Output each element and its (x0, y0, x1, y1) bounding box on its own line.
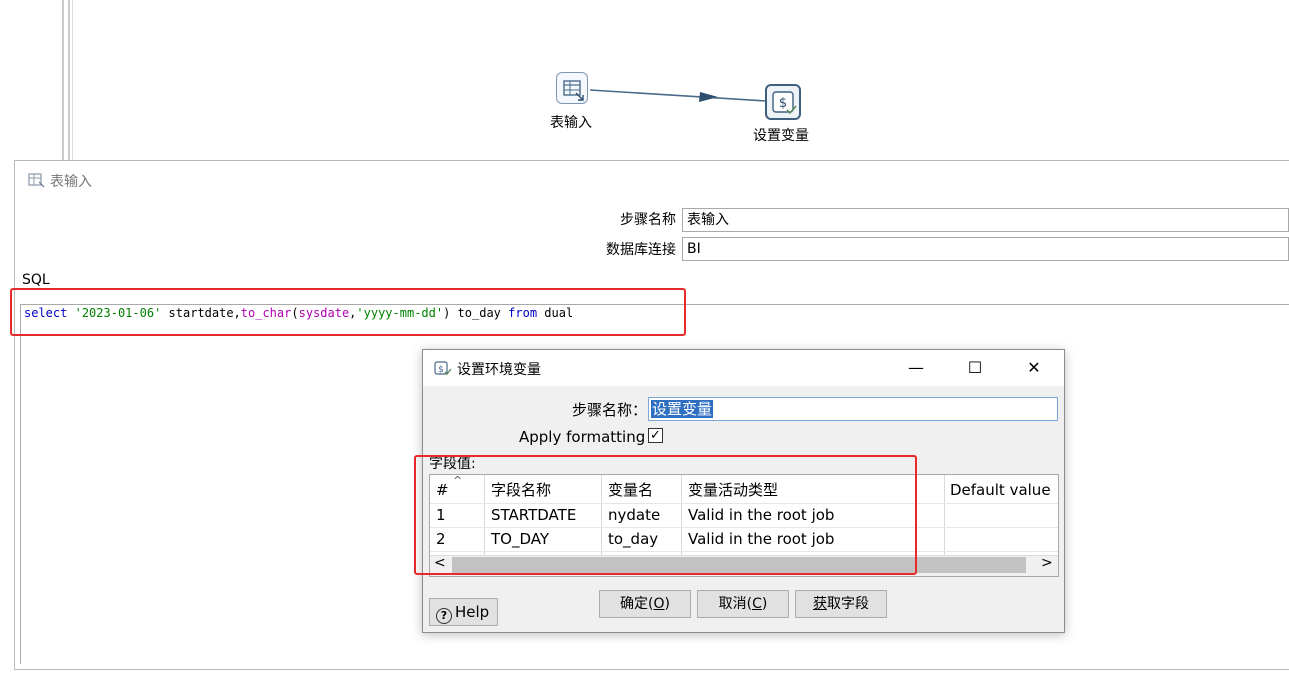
apply-formatting-label: Apply formatting (519, 428, 646, 446)
minimize-button[interactable]: — (893, 353, 939, 383)
table-input-icon (28, 173, 45, 188)
sql-highlight-box (10, 288, 686, 336)
transformation-canvas[interactable] (0, 0, 1289, 160)
step-name-input[interactable]: 表输入 (682, 208, 1289, 232)
help-label: Help (455, 603, 490, 621)
help-button[interactable]: ? Help (429, 598, 498, 626)
table-input-dialog-title: 表输入 (50, 174, 92, 190)
svg-text:$: $ (779, 96, 787, 111)
ok-button[interactable]: 确定(O) (599, 590, 691, 618)
close-button[interactable]: ✕ (1011, 353, 1057, 383)
step-name-label: 步骤名称 (620, 212, 676, 228)
canvas-divider (62, 0, 64, 160)
canvas-divider (72, 0, 73, 160)
set-variables-dialog-title: 设置环境变量 (457, 362, 541, 378)
db-connection-label: 数据库连接 (606, 242, 676, 258)
fields-highlight-box (414, 455, 917, 575)
table-input-step-label[interactable]: 表输入 (550, 112, 592, 132)
scroll-right-icon[interactable]: > (1041, 555, 1053, 571)
help-icon: ? (436, 608, 452, 624)
col-header-default[interactable]: Default value (950, 478, 1051, 502)
maximize-button[interactable]: ☐ (952, 353, 998, 383)
hop-arrow[interactable] (588, 86, 768, 110)
table-input-step-icon[interactable] (556, 72, 588, 104)
set-variables-step-icon[interactable]: $ (765, 84, 801, 120)
apply-formatting-checkbox[interactable]: ✓ (648, 428, 663, 443)
svg-text:$: $ (438, 365, 444, 375)
sv-step-name-value: 设置变量 (651, 400, 714, 418)
set-variables-icon: $ (434, 361, 452, 375)
db-connection-select[interactable]: BI (682, 237, 1289, 261)
sv-step-name-label: 步骤名称： (572, 401, 648, 419)
sql-label: SQL (22, 272, 50, 288)
canvas-divider (68, 0, 70, 160)
set-variables-step-label[interactable]: 设置变量 (753, 125, 809, 145)
get-fields-button[interactable]: 获取字段 (795, 590, 887, 618)
cancel-button[interactable]: 取消(C) (697, 590, 789, 618)
